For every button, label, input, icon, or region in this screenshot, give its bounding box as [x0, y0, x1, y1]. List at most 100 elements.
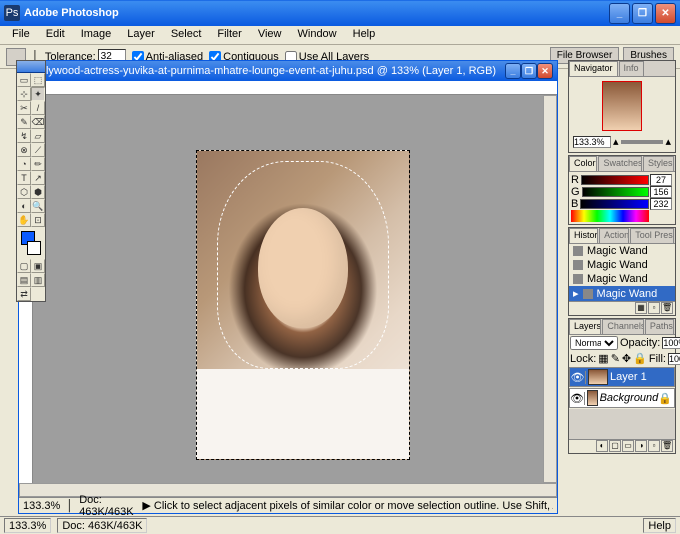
tool-history-brush[interactable]: ▱: [31, 129, 45, 143]
tool-brush[interactable]: ⌫: [31, 115, 45, 129]
new-state-icon[interactable]: ▫: [648, 302, 660, 314]
tool-path[interactable]: T: [17, 171, 31, 185]
tool-slice[interactable]: /: [31, 101, 45, 115]
tool-shape[interactable]: ⬢: [31, 185, 45, 199]
adjustment-icon[interactable]: ◑: [635, 440, 647, 452]
background-color[interactable]: [27, 241, 41, 255]
layer-name[interactable]: Layer 1: [610, 371, 647, 383]
tool-zoom[interactable]: ⊡: [31, 213, 45, 227]
tab-swatches[interactable]: Swatches: [598, 156, 642, 171]
tab-styles[interactable]: Styles: [643, 156, 674, 171]
tool-healing[interactable]: ✎: [17, 115, 31, 129]
tool-crop[interactable]: ✂: [17, 101, 31, 115]
tab-actions[interactable]: Actions: [599, 228, 629, 243]
layer-mask-icon[interactable]: ▢: [609, 440, 621, 452]
fill-input[interactable]: [668, 353, 680, 365]
menu-filter[interactable]: Filter: [209, 26, 249, 44]
menu-image[interactable]: Image: [73, 26, 120, 44]
tab-layers[interactable]: Layers: [569, 319, 601, 334]
tab-history[interactable]: History: [569, 228, 598, 243]
r-slider[interactable]: 27: [581, 175, 649, 185]
layer-name[interactable]: Background: [600, 392, 659, 404]
color-spectrum[interactable]: [571, 210, 649, 222]
navigator-thumb[interactable]: [602, 81, 642, 131]
layer-row[interactable]: 👁 Background 🔒: [569, 388, 675, 408]
status-help[interactable]: Help: [643, 518, 676, 533]
g-value[interactable]: 156: [650, 186, 672, 198]
tool-notes[interactable]: ◐: [17, 199, 31, 213]
lock-move-icon[interactable]: ✥: [622, 352, 631, 365]
tool-gradient[interactable]: ⟋: [31, 143, 45, 157]
menu-view[interactable]: View: [250, 26, 290, 44]
screen-mode-1[interactable]: ▤: [17, 273, 31, 287]
g-slider[interactable]: 156: [582, 187, 649, 197]
tool-blur[interactable]: ◔: [17, 157, 31, 171]
tool-lasso[interactable]: ⊹: [17, 87, 31, 101]
status-zoom[interactable]: 133.3%: [4, 518, 51, 533]
tool-pen[interactable]: ⬡: [17, 185, 31, 199]
menu-window[interactable]: Window: [290, 26, 345, 44]
lock-transparency-icon[interactable]: ▦: [598, 352, 608, 365]
tab-paths[interactable]: Paths: [645, 319, 674, 334]
trash-icon[interactable]: 🗑: [661, 440, 673, 452]
doc-close-button[interactable]: ✕: [537, 63, 553, 79]
new-layer-icon[interactable]: ▫: [648, 440, 660, 452]
canvas[interactable]: [33, 95, 543, 483]
screen-mode-2[interactable]: ▥: [31, 273, 45, 287]
lock-paint-icon[interactable]: ✎: [611, 352, 620, 365]
tab-info[interactable]: Info: [619, 61, 644, 76]
minimize-button[interactable]: _: [609, 3, 630, 24]
tool-marquee[interactable]: ▭: [17, 73, 31, 87]
history-item[interactable]: Magic Wand: [569, 244, 675, 258]
trash-icon[interactable]: 🗑: [661, 302, 673, 314]
menu-help[interactable]: Help: [345, 26, 384, 44]
tool-eraser[interactable]: ⊗: [17, 143, 31, 157]
b-value[interactable]: 232: [650, 198, 672, 210]
close-button[interactable]: ✕: [655, 3, 676, 24]
layer-row[interactable]: 👁 Layer 1: [569, 367, 675, 387]
tab-color[interactable]: Color: [569, 156, 597, 171]
quick-mask-on[interactable]: ▣: [31, 259, 45, 273]
blend-mode-select[interactable]: Normal: [570, 336, 618, 350]
tool-dodge[interactable]: ✏: [31, 157, 45, 171]
zoom-out-icon[interactable]: ▴: [613, 135, 619, 148]
menu-layer[interactable]: Layer: [119, 26, 163, 44]
new-snapshot-icon[interactable]: ▦: [635, 302, 647, 314]
ruler-horizontal[interactable]: [19, 81, 557, 95]
tool-type[interactable]: ↗: [31, 171, 45, 185]
r-value[interactable]: 27: [650, 174, 672, 186]
opacity-input[interactable]: [662, 337, 680, 349]
doc-zoom[interactable]: 133.3%: [23, 500, 60, 512]
tool-magic-wand[interactable]: ✦: [31, 87, 45, 101]
toolbox[interactable]: ▭ ⬚ ⊹ ✦ ✂ / ✎ ⌫ ↯ ▱ ⊗ ⟋ ◔ ✏ T ↗ ⬡ ⬢ ◐ 🔍 …: [16, 60, 46, 302]
tool-stamp[interactable]: ↯: [17, 129, 31, 143]
scrollbar-vertical[interactable]: [543, 95, 557, 483]
jump-to-imageready[interactable]: ⇄: [17, 287, 31, 301]
doc-maximize-button[interactable]: ❐: [521, 63, 537, 79]
history-item[interactable]: ▸Magic Wand: [569, 286, 675, 301]
toolbox-titlebar[interactable]: [17, 61, 45, 73]
tool-hand[interactable]: ✋: [17, 213, 31, 227]
zoom-in-icon[interactable]: ▴: [665, 135, 671, 148]
menu-file[interactable]: File: [4, 26, 38, 44]
visibility-icon[interactable]: 👁: [570, 371, 586, 384]
tool-move[interactable]: ⬚: [31, 73, 45, 87]
layer-style-icon[interactable]: ◐: [596, 440, 608, 452]
zoom-slider[interactable]: [621, 140, 664, 144]
history-item[interactable]: Magic Wand: [569, 272, 675, 286]
color-swatch[interactable]: [19, 229, 43, 257]
quick-mask-off[interactable]: ▢: [17, 259, 31, 273]
doc-minimize-button[interactable]: _: [505, 63, 521, 79]
menu-edit[interactable]: Edit: [38, 26, 73, 44]
menu-select[interactable]: Select: [163, 26, 210, 44]
navigator-zoom-input[interactable]: [573, 136, 611, 148]
tab-tool-presets[interactable]: Tool Presets: [630, 228, 674, 243]
maximize-button[interactable]: ❐: [632, 3, 653, 24]
tab-channels[interactable]: Channels: [602, 319, 644, 334]
document-titlebar[interactable]: ▦ ollywood-actress-yuvika-at-purnima-mha…: [19, 61, 557, 81]
lock-all-icon[interactable]: 🔒: [633, 352, 647, 365]
b-slider[interactable]: 232: [580, 199, 649, 209]
tool-eyedropper[interactable]: 🔍: [31, 199, 45, 213]
history-item[interactable]: Magic Wand: [569, 258, 675, 272]
new-set-icon[interactable]: ▭: [622, 440, 634, 452]
